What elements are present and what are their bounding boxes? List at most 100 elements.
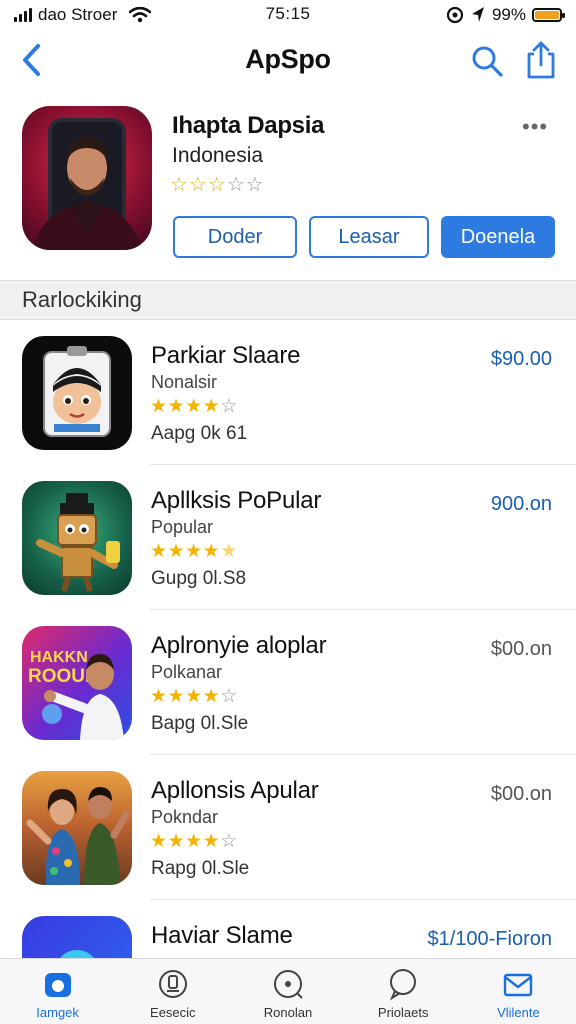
featured-app-icon[interactable] [22,106,152,250]
robot-character-icon [36,493,120,592]
app-price-button[interactable]: $90.00 [491,348,552,371]
list-item[interactable]: Apllksis PoPular Popular ★★★★★ Gupg 0l.S… [0,465,576,610]
app-icon [22,336,132,450]
tab-label: Iamgek [36,1005,79,1020]
app-name: Parkiar Slaare [151,342,301,369]
star-icon: ★ [167,396,186,417]
star-icon: ☆ [220,686,238,707]
featured-app-subtitle: Indonesia [172,144,264,167]
tab-label: Vlilente [497,1005,540,1020]
tab-chat[interactable]: Priolaets [346,959,461,1024]
star-icon: ★ [202,396,221,417]
wifi-icon [129,7,152,23]
app-rating-stars: ★★★★☆ [150,395,238,418]
mail-icon [504,973,533,997]
app-name: Haviar Slame [151,922,293,949]
tab-badge[interactable]: Eesecic [115,959,230,1024]
star-icon: ★ [150,686,168,707]
signal-icon [14,8,32,22]
app-price-button[interactable]: $00.on [491,783,552,806]
tab-location[interactable]: Ronolan [230,959,345,1024]
star-icon: ★ [185,541,203,562]
star-icon: ★ [202,686,221,707]
list-item[interactable]: Parkiar Slaare Nonalsir ★★★★☆ Aapg 0k 61… [0,320,576,465]
star-icon: ☆ [245,174,265,196]
more-options-button[interactable]: ••• [522,114,548,140]
doenela-button[interactable]: Doenela [441,216,555,258]
leasar-button[interactable]: Leasar [309,216,429,258]
star-icon: ☆ [220,396,238,417]
app-icon: HAKKN ROOUK [22,626,132,740]
app-name: Apllksis PoPular [151,487,322,514]
doder-button[interactable]: Doder [173,216,297,258]
presenter-promo-icon: HAKKN ROOUK [28,649,124,740]
location-arrow-icon [471,7,484,22]
carrier-label: dao Stroer [38,5,118,24]
star-icon: ★ [185,686,203,707]
tab-label: Ronolan [263,1005,313,1020]
share-icon[interactable] [524,40,558,80]
search-icon[interactable] [470,44,504,78]
app-meta: Aapg 0k 61 [151,423,248,444]
list-item[interactable]: HAKKN ROOUK Aplronyie aloplar Polkanar ★… [0,610,576,755]
orientation-lock-icon [446,6,464,24]
featured-actions: Doder Leasar Doenela [173,216,555,258]
status-right: 99% [446,5,565,25]
star-icon: ☆ [226,174,246,196]
app-category: Pokndar [151,807,219,827]
navigation-bar: ApSpo [0,32,576,88]
app-price-button[interactable]: $1/100-Fioron [427,928,552,951]
cartoon-badge-icon [43,346,111,437]
app-category: Popular [151,517,214,537]
battery-icon [532,8,565,22]
tab-bar: Iamgek Eesecic Ronolan Priolaets Vlilent… [0,958,576,1024]
featured-rating-stars: ☆☆☆☆☆ [170,172,265,197]
tab-home[interactable]: Iamgek [0,959,115,1024]
featured-app-name[interactable]: Ihapta Dapsia [172,112,324,140]
star-icon: ☆ [188,174,208,196]
tab-label: Eesecic [150,1005,196,1020]
badge-icon [158,970,187,998]
status-left: dao Stroer [14,5,152,25]
list-item[interactable]: Apllonsis Apular Pokndar ★★★★☆ Rapg 0l.S… [0,755,576,900]
location-icon [274,970,303,999]
app-meta: Gupg 0l.S8 [151,568,247,589]
app-category: Polkanar [151,662,223,682]
star-icon: ★ [167,831,186,852]
app-icon [22,481,132,595]
svg-text:HAKKN: HAKKN [30,649,88,666]
star-icon: ★ [167,541,186,562]
app-meta: Rapg 0l.Sle [151,858,250,879]
star-icon: ★ [220,541,238,562]
app-rating-stars: ★★★★☆ [150,685,238,708]
app-meta: Bapg 0l.Sle [151,713,249,734]
tab-label: Priolaets [377,1005,429,1020]
app-rating-stars: ★★★★☆ [150,830,238,853]
star-icon: ★ [202,831,221,852]
battery-percent: 99% [491,5,526,24]
star-icon: ★ [202,541,221,562]
app-name: Apllonsis Apular [151,777,319,804]
featured-app: Ihapta Dapsia Indonesia ☆☆☆☆☆ ••• Doder … [0,100,576,280]
star-icon: ☆ [220,831,238,852]
star-icon: ★ [150,541,168,562]
app-name: Aplronyie aloplar [151,632,327,659]
app-price-button[interactable]: 900.on [491,493,552,516]
app-rating-stars: ★★★★★ [150,540,238,563]
home-icon [44,973,71,997]
app-category: Nonalsir [151,372,218,392]
couple-photo-icon [26,787,130,885]
star-icon: ★ [185,396,203,417]
star-icon: ★ [167,686,186,707]
chat-icon [390,969,417,1001]
star-icon: ★ [185,831,203,852]
section-header: Rarlockiking [0,280,576,320]
tab-mail[interactable]: Vlilente [461,959,576,1024]
app-price-button[interactable]: $00.on [491,638,552,661]
star-icon: ★ [150,831,168,852]
star-icon: ☆ [170,174,189,196]
status-bar: dao Stroer 75:15 99% [0,0,576,30]
star-icon: ☆ [207,174,227,196]
portrait-icon [32,118,142,250]
app-icon [22,771,132,885]
